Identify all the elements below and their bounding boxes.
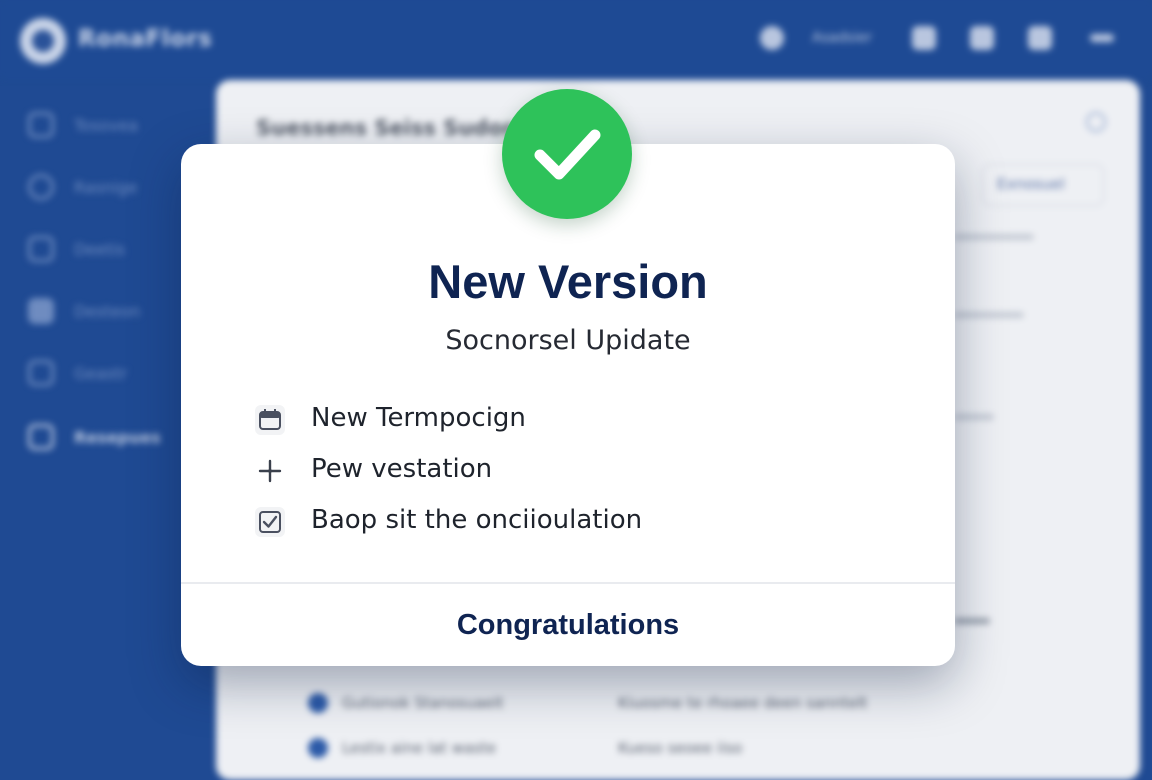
update-modal: New Version Socnorsel Upidate New Termpo…: [181, 144, 955, 666]
sidebar-item-label: Geastr: [74, 364, 128, 383]
grid-icon: [28, 112, 54, 138]
table-row[interactable]: Gutionok Stanosuaeit Kiuosme te rhoaee d…: [308, 689, 1108, 717]
sparkle-icon: [255, 456, 285, 486]
list-item: Baop sit the onciioulation: [255, 501, 895, 552]
home-icon: [28, 424, 54, 450]
logo-icon: [20, 18, 66, 64]
list-item: New Termpocign: [255, 399, 895, 450]
placeholder-line: [954, 312, 1024, 318]
sidebar-item-3[interactable]: Deetis: [28, 234, 198, 264]
circle-icon: [28, 174, 54, 200]
placeholder-line: [954, 414, 994, 420]
status-dot-icon: [308, 693, 328, 713]
status-dot-icon: [308, 738, 328, 758]
row-name: Gutionok Stanosuaeit: [342, 694, 504, 712]
sidebar-item-2[interactable]: Rasnige: [28, 172, 198, 202]
placeholder-line: [954, 618, 990, 624]
feature-list: New Termpocign Pew vestation Baop sit th…: [255, 399, 895, 552]
row-name: Lestix aine lat waste: [342, 739, 497, 757]
panel-action-button[interactable]: Exnosuel: [982, 164, 1104, 206]
sidebar-item-4[interactable]: Desteon: [28, 296, 198, 326]
settings-icon[interactable]: [760, 26, 784, 50]
more-icon[interactable]: [1090, 34, 1114, 42]
table-row[interactable]: Lestix aine lat waste Kueso seoee iiso: [308, 734, 1108, 762]
check-square-icon: [28, 236, 54, 262]
row-detail: Kiuosme te rhoaee deen sanntelt: [618, 694, 868, 712]
congratulations-button[interactable]: Congratulations: [181, 584, 955, 666]
card-icon: [28, 298, 54, 324]
modal-subtitle: Socnorsel Upidate: [445, 325, 691, 356]
checkbox-icon: [255, 507, 285, 537]
sidebar-item-label: Desteon: [74, 302, 141, 321]
chat-icon[interactable]: [970, 26, 994, 50]
calendar-icon: [255, 405, 285, 435]
row-detail: Kueso seoee iiso: [618, 739, 743, 757]
top-nav-label[interactable]: Asadsier: [812, 30, 872, 46]
panel-title: Suessens Seiss Sudor: [256, 116, 514, 140]
success-check-icon: [502, 89, 632, 219]
frame-icon: [28, 360, 54, 386]
sidebar-item-1[interactable]: Tosovea: [28, 110, 198, 140]
modal-title: New Version: [428, 255, 708, 308]
sidebar-item-label: Rasnige: [74, 178, 138, 197]
feature-label: Pew vestation: [311, 454, 493, 484]
sidebar-item-label: Resepues: [74, 428, 161, 447]
home-icon[interactable]: [1028, 26, 1052, 50]
top-bar: RonaFlors Asadsier: [0, 0, 1152, 78]
brand-name: RonaFlors: [78, 26, 213, 52]
feature-label: New Termpocign: [311, 403, 526, 433]
sidebar-item-label: Tosovea: [74, 116, 139, 135]
feature-label: Baop sit the onciioulation: [311, 505, 643, 535]
list-item: Pew vestation: [255, 450, 895, 501]
info-icon[interactable]: [1086, 112, 1106, 132]
document-icon[interactable]: [912, 26, 936, 50]
placeholder-line: [954, 234, 1034, 240]
panel-action-label: Exnosuel: [997, 175, 1065, 193]
sidebar-item-label: Deetis: [74, 240, 126, 259]
sidebar-item-5[interactable]: Geastr: [28, 358, 198, 388]
sidebar-item-6[interactable]: Resepues: [28, 422, 198, 452]
